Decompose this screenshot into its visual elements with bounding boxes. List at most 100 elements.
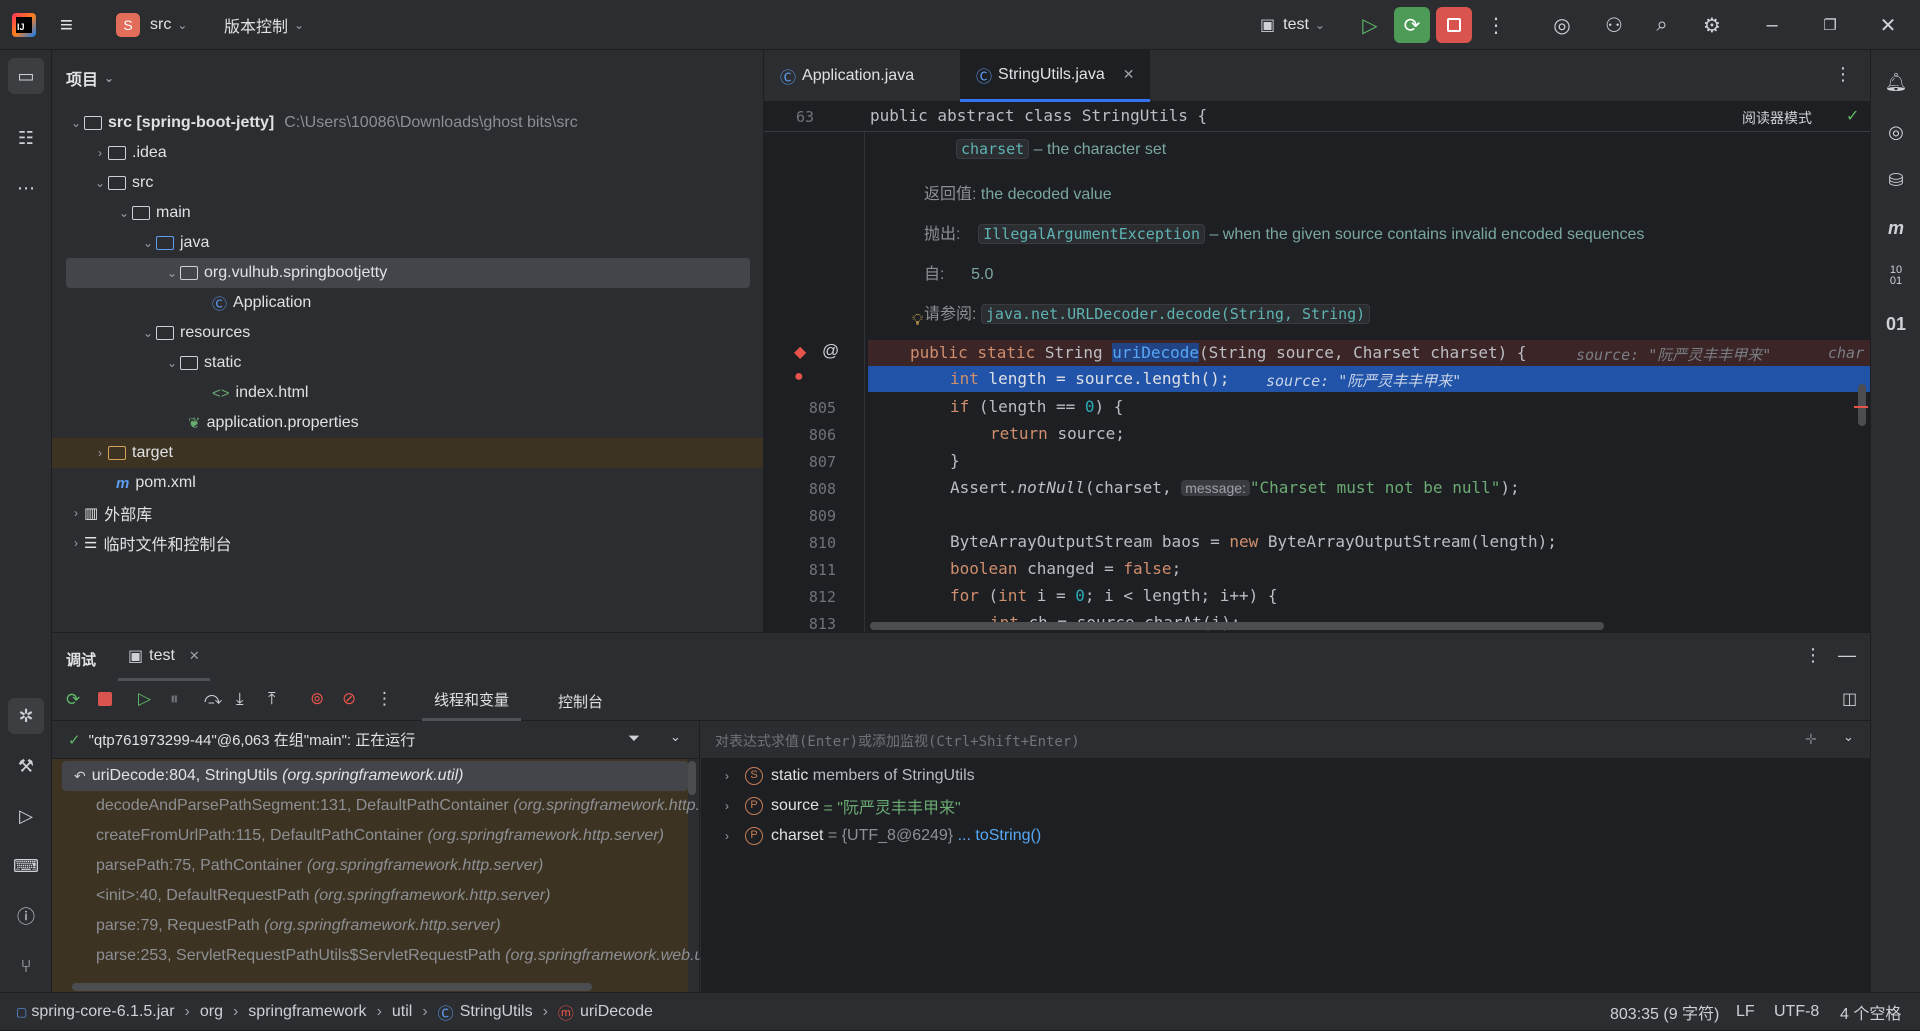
project-folder-icon[interactable]: ▭ <box>8 58 44 94</box>
more-actions-icon[interactable]: ⋮ <box>1478 7 1514 43</box>
more-tools-icon[interactable]: ⋯ <box>8 170 44 206</box>
resume-icon[interactable]: ▷ <box>1352 7 1388 43</box>
stack-frame[interactable]: parsePath:75, PathContainer (org.springf… <box>60 851 700 881</box>
rerun-icon[interactable]: ⟳ <box>66 690 80 710</box>
structure-icon[interactable]: ☷ <box>8 120 44 156</box>
breadcrumb-item[interactable]: spring-core-6.1.5.jar <box>31 1003 174 1021</box>
doc-see-value[interactable]: java.net.URLDecoder.decode(String, Strin… <box>980 304 1371 324</box>
tree-node-application[interactable]: Ⓒ Application <box>52 288 764 318</box>
tree-node-main[interactable]: ⌄ main <box>52 198 764 228</box>
vcs-menu[interactable]: 版本控制 ⌄ <box>224 0 304 50</box>
tab-application-java[interactable]: Ⓒ Application.java <box>764 50 930 102</box>
variable-row-charset[interactable]: › P charset = {UTF_8@6249} ... toString(… <box>719 821 1041 851</box>
main-menu-icon[interactable]: ≡ <box>60 0 73 50</box>
resume-program-icon[interactable]: ▷ <box>138 689 151 709</box>
frames-vertical-scrollbar[interactable] <box>688 761 696 795</box>
chevron-down-icon[interactable]: ⌄ <box>670 729 681 745</box>
minimize-icon[interactable]: – <box>1754 7 1790 43</box>
vertical-scrollbar[interactable] <box>1858 384 1866 426</box>
view-breakpoints-icon[interactable]: ⊚ <box>310 689 324 709</box>
close-tab-icon[interactable]: ✕ <box>1123 66 1135 83</box>
step-over-icon[interactable]: ⤼ <box>204 689 222 709</box>
bytecode-icon[interactable]: 01 <box>1878 306 1914 342</box>
pause-icon[interactable]: ⏸︎ <box>170 689 179 709</box>
mute-breakpoints-icon[interactable]: ⊘ <box>342 689 356 709</box>
tree-node-target[interactable]: › target <box>52 438 764 468</box>
problems-icon[interactable]: ⓘ <box>8 898 44 934</box>
step-out-icon[interactable]: ⤒ <box>268 689 276 709</box>
breakpoint-icon[interactable]: ◆ <box>794 342 806 362</box>
file-encoding[interactable]: UTF-8 <box>1774 993 1819 1031</box>
evaluate-expression-bar[interactable]: 对表达式求值(Enter)或添加监视(Ctrl+Shift+Enter) ✛ ⌄ <box>701 721 1870 759</box>
tab-options-icon[interactable]: ⋮ <box>1834 64 1852 85</box>
subtab-threads-variables[interactable]: 线程和变量 <box>422 681 522 721</box>
binary-icon[interactable]: 10 01 <box>1878 258 1914 294</box>
filter-icon[interactable]: ⏷ <box>628 730 640 747</box>
tree-node-external-libraries[interactable]: › ▥ 外部库 <box>52 498 764 528</box>
project-switcher[interactable]: S src ⌄ <box>116 0 187 50</box>
tab-stringutils-java[interactable]: Ⓒ StringUtils.java ✕ <box>960 50 1151 102</box>
stack-frame[interactable]: parse:79, RequestPath (org.springframewo… <box>60 911 700 941</box>
debug-bug-icon[interactable]: ✲ <box>8 698 44 734</box>
stack-frame[interactable]: <init>:40, DefaultRequestPath (org.sprin… <box>60 881 700 911</box>
tree-node-java[interactable]: ⌄ java <box>52 228 764 258</box>
chevron-down-icon[interactable]: ⌄ <box>1843 729 1854 745</box>
thread-selector[interactable]: ✓ "qtp761973299-44"@6,063 在组"main": 正在运行… <box>52 721 700 759</box>
git-branch-icon[interactable]: ⑂ <box>8 948 44 984</box>
stop-icon[interactable] <box>98 692 112 706</box>
tree-node-pom[interactable]: m pom.xml <box>52 468 764 498</box>
run-config-selector[interactable]: ▣ test ⌄ <box>1260 0 1325 50</box>
database-icon[interactable]: ⛁ <box>1878 162 1914 198</box>
stack-frame[interactable]: parse:253, ServletRequestPathUtils$Servl… <box>60 941 700 971</box>
add-watch-icon[interactable]: ✛ <box>1805 731 1817 748</box>
maven-icon[interactable]: m <box>1878 210 1914 246</box>
tree-node-static[interactable]: ⌄ static <box>52 348 764 378</box>
search-icon[interactable]: ⌕ <box>1644 7 1680 43</box>
breadcrumb-item[interactable]: util <box>392 1003 412 1021</box>
ai-assistant-icon[interactable]: ◎ <box>1544 7 1580 43</box>
stack-frame[interactable]: ↶ uriDecode:804, StringUtils (org.spring… <box>60 761 700 791</box>
terminal-icon[interactable]: ⌨ <box>8 848 44 884</box>
layout-icon[interactable]: ◫ <box>1842 689 1857 709</box>
panel-options-icon[interactable]: ⋮ <box>1804 645 1822 666</box>
variable-row-static[interactable]: › S static members of StringUtils <box>719 761 975 791</box>
reader-mode-toggle[interactable]: 阅读器模式 <box>1742 108 1812 128</box>
doc-throws-name[interactable]: IllegalArgumentException <box>978 224 1205 244</box>
tab-debug-session[interactable]: ▣ test ✕ <box>118 633 210 681</box>
services-icon[interactable]: ▷ <box>8 798 44 834</box>
breadcrumb-item[interactable]: uriDecode <box>580 1003 653 1021</box>
line-separator[interactable]: LF <box>1736 993 1755 1031</box>
project-panel-header[interactable]: 项目 ⌄ <box>66 66 114 90</box>
tree-node-application-properties[interactable]: ❦ application.properties <box>52 408 764 438</box>
indent-setting[interactable]: 4 个空格 <box>1840 993 1901 1031</box>
tree-node-idea[interactable]: › .idea <box>52 138 764 168</box>
tree-node-package[interactable]: ⌄ org.vulhub.springbootjetty <box>52 258 764 288</box>
tree-node-root[interactable]: ⌄ src [spring-boot-jetty] C:\Users\10086… <box>52 108 764 138</box>
build-hammer-icon[interactable]: ⚒ <box>8 748 44 784</box>
ai-chat-icon[interactable]: ◎ <box>1878 114 1914 150</box>
evaluate-input[interactable]: 对表达式求值(Enter)或添加监视(Ctrl+Shift+Enter) <box>715 731 1080 751</box>
step-into-icon[interactable]: ⤓ <box>236 689 244 709</box>
debug-tool-title[interactable]: 调试 <box>66 649 96 670</box>
stack-frame[interactable]: decodeAndParsePathSegment:131, DefaultPa… <box>60 791 700 821</box>
app-logo-icon[interactable]: IJ <box>12 0 36 50</box>
stack-frame[interactable]: createFromUrlPath:115, DefaultPathContai… <box>60 821 700 851</box>
lightbulb-icon[interactable]: 💡︎ <box>912 312 923 330</box>
tree-node-resources[interactable]: ⌄ resources <box>52 318 764 348</box>
breadcrumb-item[interactable]: springframework <box>248 1003 366 1021</box>
close-icon[interactable]: ✕ <box>1870 7 1906 43</box>
breakpoint-hit-icon[interactable]: ● <box>794 368 804 386</box>
override-marker-icon[interactable]: @ <box>822 341 839 361</box>
add-user-icon[interactable]: ⚇ <box>1596 7 1632 43</box>
to-string-link[interactable]: ... toString() <box>958 827 1042 845</box>
minimize-panel-icon[interactable]: — <box>1838 645 1856 666</box>
frames-horizontal-scrollbar[interactable] <box>72 983 592 991</box>
tree-node-index-html[interactable]: <> index.html <box>52 378 764 408</box>
close-tab-icon[interactable]: ✕ <box>189 648 200 664</box>
debug-rerun-icon[interactable]: ⟳ <box>1394 7 1430 43</box>
tree-node-scratches[interactable]: › ☰ 临时文件和控制台 <box>52 528 764 558</box>
gear-icon[interactable]: ⚙ <box>1694 7 1730 43</box>
error-stripe-marker[interactable] <box>1854 406 1868 408</box>
breadcrumb-item[interactable]: StringUtils <box>460 1003 533 1021</box>
horizontal-scrollbar[interactable] <box>870 622 1604 630</box>
